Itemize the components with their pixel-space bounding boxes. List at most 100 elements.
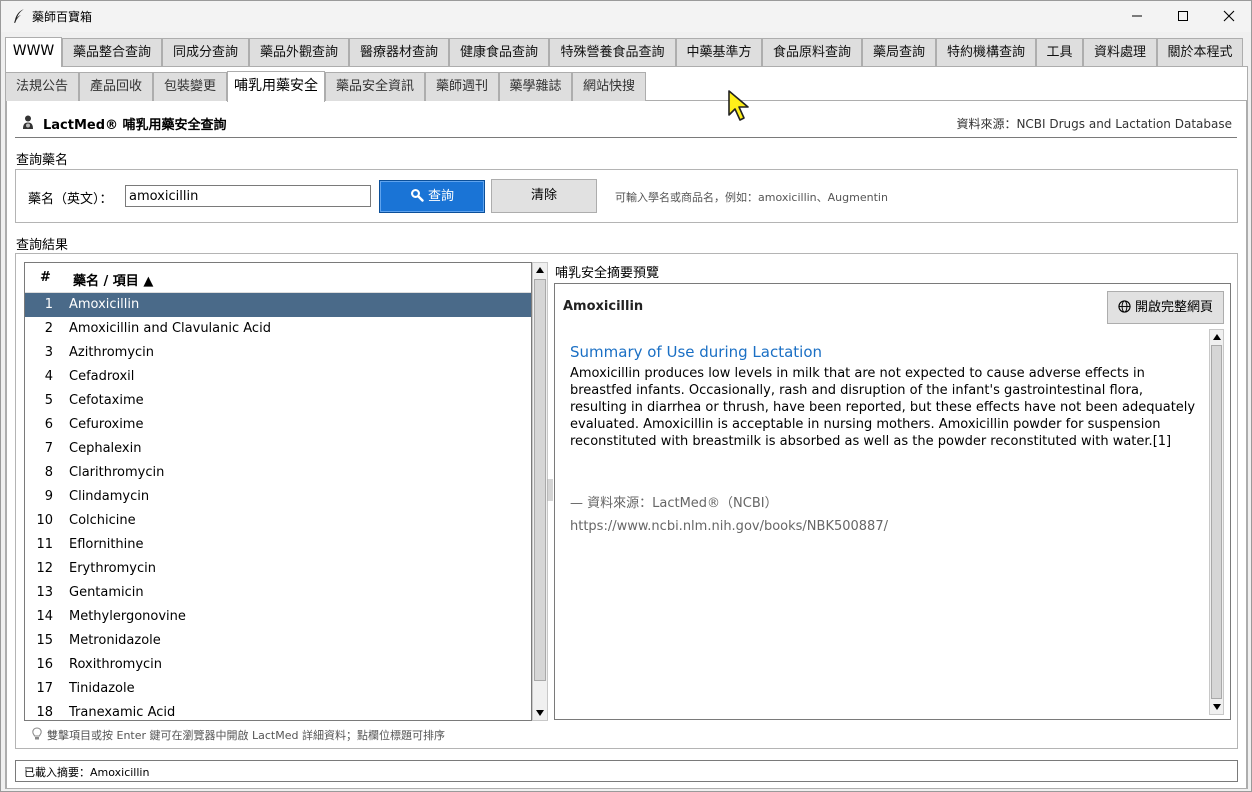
row-drug-name: Amoxicillin [69, 297, 140, 312]
main-tab-chinese-formula[interactable]: 中藥基準方 [676, 38, 762, 66]
row-drug-name: Colchicine [69, 513, 136, 528]
row-number: 2 [44, 321, 53, 336]
row-number: 3 [44, 345, 53, 360]
status-bar: 已載入摘要：Amoxicillin [15, 760, 1238, 782]
table-row[interactable]: 11 Eflornithine [25, 533, 531, 557]
table-row[interactable]: 7 Cephalexin [25, 437, 531, 461]
table-row[interactable]: 1 Amoxicillin [25, 293, 531, 317]
open-full-page-label: 開啟完整網頁 [1134, 300, 1213, 315]
sub-tab-site-search[interactable]: 網站快搜 [572, 72, 646, 101]
preview-scroll-down-arrow-icon[interactable] [1213, 704, 1221, 710]
row-number: 14 [36, 609, 53, 624]
usage-tip: 雙擊項目或按 Enter 鍵可在瀏覽器中開啟 LactMed 詳細資料；點欄位標… [47, 729, 445, 742]
main-tab-medical-device[interactable]: 醫療器材查詢 [349, 38, 449, 66]
table-row[interactable]: 3 Azithromycin [25, 341, 531, 365]
preview-scroll-up-arrow-icon[interactable] [1213, 334, 1221, 340]
main-tab-special-nutrition[interactable]: 特殊營養食品查詢 [549, 38, 676, 66]
row-drug-name: Cefotaxime [69, 393, 144, 408]
table-row[interactable]: 2 Amoxicillin and Clavulanic Acid [25, 317, 531, 341]
pane-sash-grip-icon[interactable] [547, 479, 553, 501]
search-button[interactable]: 查詢 [379, 180, 485, 213]
main-tab-drug-search[interactable]: 藥品整合查詢 [62, 38, 162, 66]
table-row[interactable]: 15 Metronidazole [25, 629, 531, 653]
minimize-icon [1132, 15, 1142, 17]
table-row[interactable]: 17 Tinidazole [25, 677, 531, 701]
table-row[interactable]: 18 Tranexamic Acid [25, 701, 531, 720]
table-row[interactable]: 9 Clindamycin [25, 485, 531, 509]
close-button[interactable] [1206, 1, 1252, 32]
open-full-page-button[interactable]: 開啟完整網頁 [1107, 291, 1224, 324]
data-source-label: 資料來源：NCBI Drugs and Lactation Database [956, 117, 1232, 131]
main-tab-health-food[interactable]: 健康食品查詢 [449, 38, 549, 66]
main-tab-www[interactable]: WWW [5, 37, 62, 67]
results-list[interactable]: # 藥名 / 項目 ▲ 1 Amoxicillin 2 Amoxicillin and… [24, 262, 532, 721]
preview-source-url[interactable]: https://www.ncbi.nlm.nih.gov/books/NBK50… [570, 519, 888, 534]
clear-button[interactable]: 清除 [491, 179, 597, 213]
main-tab-food-ingredient[interactable]: 食品原料查詢 [762, 38, 862, 66]
preview-scrollbar[interactable] [1209, 329, 1224, 715]
row-drug-name: Methylergonovine [69, 609, 186, 624]
scroll-down-arrow-icon[interactable] [536, 710, 544, 716]
row-number: 8 [44, 465, 53, 480]
sub-tab-safety-info[interactable]: 藥品安全資訊 [325, 72, 425, 101]
row-drug-name: Amoxicillin and Clavulanic Acid [69, 321, 271, 336]
row-number: 16 [36, 657, 53, 672]
row-drug-name: Tinidazole [69, 681, 135, 696]
row-drug-name: Gentamicin [69, 585, 144, 600]
feather-icon [14, 9, 24, 23]
row-number: 13 [36, 585, 53, 600]
main-tab-data-processing[interactable]: 資料處理 [1083, 38, 1157, 66]
minimize-button[interactable] [1114, 1, 1160, 32]
table-row[interactable]: 5 Cefotaxime [25, 389, 531, 413]
globe-icon [1118, 300, 1131, 313]
sub-tab-packaging[interactable]: 包裝變更 [153, 72, 227, 101]
maximize-button[interactable] [1160, 1, 1206, 32]
sub-tab-recalls[interactable]: 產品回收 [79, 72, 153, 101]
results-scroll-thumb[interactable] [534, 279, 546, 681]
row-number: 15 [36, 633, 53, 648]
main-tab-about[interactable]: 關於本程式 [1157, 38, 1243, 66]
preview-scroll-thumb[interactable] [1211, 345, 1222, 699]
sub-tab-regulations[interactable]: 法規公告 [5, 72, 79, 101]
row-number: 5 [44, 393, 53, 408]
search-button-label: 查詢 [427, 189, 454, 204]
main-tab-same-ingredient[interactable]: 同成分查詢 [162, 38, 249, 66]
row-drug-name: Clindamycin [69, 489, 150, 504]
row-drug-name: Roxithromycin [69, 657, 163, 672]
row-number: 7 [44, 441, 53, 456]
sub-tab-pharmacy-journal[interactable]: 藥學雜誌 [499, 72, 572, 101]
main-tab-appearance[interactable]: 藥品外觀查詢 [249, 38, 349, 66]
row-number: 6 [44, 417, 53, 432]
mouse-cursor-icon [728, 90, 749, 121]
table-row[interactable]: 6 Cefuroxime [25, 413, 531, 437]
column-header-number[interactable]: # [40, 270, 51, 285]
maximize-icon [1178, 11, 1188, 21]
row-drug-name: Azithromycin [69, 345, 155, 360]
table-row[interactable]: 12 Erythromycin [25, 557, 531, 581]
table-row[interactable]: 14 Methylergonovine [25, 605, 531, 629]
table-row[interactable]: 4 Cefadroxil [25, 365, 531, 389]
main-tab-bar: WWW 藥品整合查詢 同成分查詢 藥品外觀查詢 醫療器材查詢 健康食品查詢 特殊… [5, 37, 1245, 67]
results-scrollbar[interactable] [532, 262, 548, 721]
table-row[interactable]: 16 Roxithromycin [25, 653, 531, 677]
main-tab-tools[interactable]: 工具 [1036, 38, 1083, 66]
app-window: 藥師百寶箱 WWW 藥品整合查詢 同成分查詢 藥品外觀查詢 醫療器材查詢 健康食… [0, 0, 1252, 792]
table-row[interactable]: 13 Gentamicin [25, 581, 531, 605]
row-drug-name: Metronidazole [69, 633, 161, 648]
query-section-label: 查詢藥名 [16, 153, 69, 168]
column-header-name[interactable]: 藥名 / 項目 ▲ [73, 270, 153, 289]
row-number: 17 [36, 681, 53, 696]
row-number: 12 [36, 561, 53, 576]
page-title: LactMed® 哺乳用藥安全查詢 [43, 118, 227, 133]
sub-tab-lactation[interactable]: 哺乳用藥安全 [227, 71, 325, 102]
table-row[interactable]: 10 Colchicine [25, 509, 531, 533]
drug-name-input[interactable] [125, 185, 371, 207]
sub-tab-bar: 法規公告 產品回收 包裝變更 哺乳用藥安全 藥品安全資訊 藥師週刊 藥學雜誌 網… [5, 71, 705, 102]
main-tab-pharmacy[interactable]: 藥局查詢 [862, 38, 936, 66]
main-tab-contracted[interactable]: 特約機構查詢 [936, 38, 1036, 66]
scroll-up-arrow-icon[interactable] [536, 267, 544, 273]
mother-baby-icon [23, 115, 33, 129]
sub-tab-pharmacist-weekly[interactable]: 藥師週刊 [425, 72, 499, 101]
results-section-label: 查詢結果 [16, 238, 69, 253]
table-row[interactable]: 8 Clarithromycin [25, 461, 531, 485]
